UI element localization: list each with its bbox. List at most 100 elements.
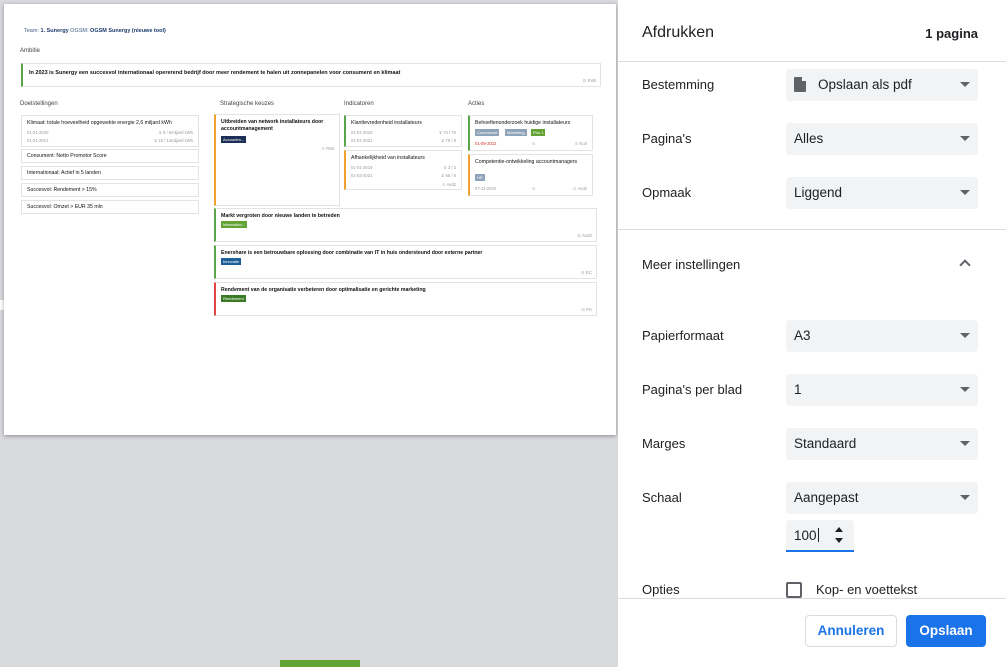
pages-value: Alles bbox=[794, 131, 824, 146]
indicator-date: 01-01-2021 bbox=[351, 138, 373, 143]
indicator-title: Afhankelijkheid van installateurs bbox=[351, 155, 425, 161]
strategy-card: Rendement van de organisatie verbeteren … bbox=[214, 282, 597, 316]
indicator-title: Klanttevredenheid installateurs bbox=[351, 120, 422, 126]
strategy-owner: ⊙ Avd2 bbox=[577, 233, 592, 238]
scale-label: Schaal bbox=[642, 490, 682, 505]
scale-value: Aangepast bbox=[794, 490, 859, 505]
action-owner: ⊙ Ko3 bbox=[574, 141, 587, 146]
scale-select[interactable]: Aangepast bbox=[786, 482, 978, 514]
action-status-icon: ⊙ bbox=[532, 141, 536, 146]
strategy-card: Enershare is een betrouwbare oplossing d… bbox=[214, 245, 597, 279]
destination-select[interactable]: Opslaan als pdf bbox=[786, 69, 978, 101]
margins-value: Standaard bbox=[794, 436, 857, 451]
print-settings-panel: Afdrukken 1 pagina Bestemming Opslaan al… bbox=[618, 0, 1006, 667]
goal-date: 01-01-2020 bbox=[27, 130, 49, 135]
strategy-owner: ⊙ RvB bbox=[321, 146, 334, 151]
ogsm-prefix: OGSM: bbox=[70, 28, 89, 34]
indicator-value: ⊻ 65 / 8 bbox=[441, 173, 456, 178]
more-settings-toggle[interactable]: Meer instellingen bbox=[642, 257, 740, 272]
section-divider bbox=[618, 229, 1006, 230]
preview-team-line: Team: 1. Sunergy OGSM: OGSM Sunergy (nie… bbox=[24, 28, 166, 34]
header-footer-label[interactable]: Kop- en voettekst bbox=[816, 582, 917, 597]
action-tag: HR bbox=[475, 174, 485, 181]
spinner-up-icon[interactable] bbox=[835, 527, 843, 532]
page-count: 1 pagina bbox=[925, 26, 978, 41]
indicator-value: ⊻ 79 / 8 bbox=[441, 138, 456, 143]
chevron-down-icon bbox=[960, 190, 970, 195]
strategy-tag: Accountm... bbox=[221, 136, 247, 143]
column-header-indicators: Indicatoren bbox=[344, 101, 374, 107]
action-tag: Prio 1 bbox=[531, 129, 546, 136]
chevron-up-icon[interactable] bbox=[959, 259, 971, 271]
action-owner: ⊙ Avd2 bbox=[573, 186, 587, 191]
goal-value: ⊻ 8 / 6miljard kWh bbox=[158, 130, 193, 135]
spinner-down-icon[interactable] bbox=[835, 538, 843, 543]
pages-per-sheet-select[interactable]: 1 bbox=[786, 374, 978, 406]
strategy-owner: ⊙ FK bbox=[581, 307, 592, 312]
chevron-down-icon bbox=[960, 333, 970, 338]
indicator-card: Klanttevredenheid installateurs 01-01-20… bbox=[344, 115, 462, 147]
action-date: 01-08-2022 bbox=[475, 141, 497, 146]
goal-title: Consument: Netto Promotor Score bbox=[27, 153, 107, 159]
indicator-date: 01-01-2019 bbox=[351, 165, 373, 170]
strategy-tag: Innovatie bbox=[221, 258, 242, 265]
goal-date: 01-01-2021 bbox=[27, 138, 49, 143]
goal-title: Succesvol: Omzet > EUR 35 mln bbox=[27, 204, 103, 210]
ambition-card: In 2023 is Sunergy een succesvol interna… bbox=[21, 63, 601, 87]
header-footer-checkbox[interactable] bbox=[786, 582, 802, 598]
goal-value: ⊻ 15 / 12miljard kWh bbox=[154, 138, 193, 143]
action-tag: Commercie bbox=[475, 129, 500, 136]
scale-number-input[interactable]: 100 bbox=[786, 520, 854, 552]
chevron-down-icon bbox=[960, 441, 970, 446]
strategy-tag: Internation... bbox=[221, 221, 248, 228]
goal-card: Internationaal: Actief in 5 landen bbox=[21, 166, 199, 180]
goal-title: Succesvol: Rendement > 15% bbox=[27, 187, 97, 193]
goal-card: Consument: Netto Promotor Score bbox=[21, 149, 199, 163]
indicator-date: 01-01-2019 bbox=[351, 130, 373, 135]
paper-size-select[interactable]: A3 bbox=[786, 320, 978, 352]
paper-size-label: Papierformaat bbox=[642, 328, 724, 343]
goal-title: Klimaat: totale hoeveelheid opgewekte en… bbox=[27, 120, 172, 126]
strategy-owner: ⊙ EC bbox=[580, 270, 592, 275]
indicator-card: Afhankelijkheid van installateurs 01-01-… bbox=[344, 150, 462, 190]
column-header-goals: Doelstellingen bbox=[20, 101, 58, 107]
margins-label: Marges bbox=[642, 436, 686, 451]
action-status-icon: ⊙ bbox=[532, 186, 536, 191]
layout-select[interactable]: Liggend bbox=[786, 177, 978, 209]
save-button[interactable]: Opslaan bbox=[906, 615, 986, 647]
panel-header: Afdrukken 1 pagina bbox=[618, 0, 1006, 62]
destination-value: Opslaan als pdf bbox=[818, 77, 912, 92]
chevron-down-icon bbox=[960, 387, 970, 392]
destination-label: Bestemming bbox=[642, 77, 715, 92]
strategy-card: Markt vergroten door nieuwe landen te be… bbox=[214, 208, 597, 242]
chevron-down-icon bbox=[960, 82, 970, 87]
pages-per-sheet-label: Pagina's per blad bbox=[642, 382, 743, 397]
action-tag: Marketing bbox=[505, 129, 527, 136]
goal-card: Succesvol: Rendement > 15% bbox=[21, 183, 199, 197]
column-header-actions: Acties bbox=[468, 101, 485, 107]
indicator-value: ⊻ 74 / 75 bbox=[438, 130, 456, 135]
pages-select[interactable]: Alles bbox=[786, 123, 978, 155]
layout-value: Liggend bbox=[794, 185, 843, 200]
action-date: 07-11-2022 bbox=[475, 186, 497, 191]
strategy-title: Markt vergroten door nieuwe landen te be… bbox=[221, 213, 340, 219]
team-name: 1. Sunergy bbox=[40, 28, 69, 34]
team-prefix: Team: bbox=[24, 28, 39, 34]
margins-select[interactable]: Standaard bbox=[786, 428, 978, 460]
pages-per-sheet-value: 1 bbox=[794, 382, 802, 397]
goal-card: Succesvol: Omzet > EUR 35 mln bbox=[21, 200, 199, 214]
layout-label: Opmaak bbox=[642, 185, 692, 200]
indicator-date: 01-03-2021 bbox=[351, 173, 373, 178]
chevron-down-icon bbox=[960, 136, 970, 141]
print-preview-page: Team: 1. Sunergy OGSM: OGSM Sunergy (nie… bbox=[4, 4, 616, 435]
strategy-card: Uitbreiden van network installateurs doo… bbox=[214, 114, 340, 206]
paper-size-value: A3 bbox=[794, 328, 811, 343]
ambition-text: In 2023 is Sunergy een succesvol interna… bbox=[29, 70, 401, 76]
cancel-button[interactable]: Annuleren bbox=[805, 615, 897, 647]
options-label: Opties bbox=[642, 582, 680, 597]
action-title: Behoeftenonderzoek huidige installateurs bbox=[475, 120, 571, 126]
strategy-title: Rendement van de organisatie verbeteren … bbox=[221, 287, 426, 293]
ambition-owner: ⊙ RvB bbox=[582, 78, 596, 83]
panel-footer: Annuleren Opslaan bbox=[618, 598, 1006, 667]
scale-number-value: 100 bbox=[794, 528, 819, 543]
